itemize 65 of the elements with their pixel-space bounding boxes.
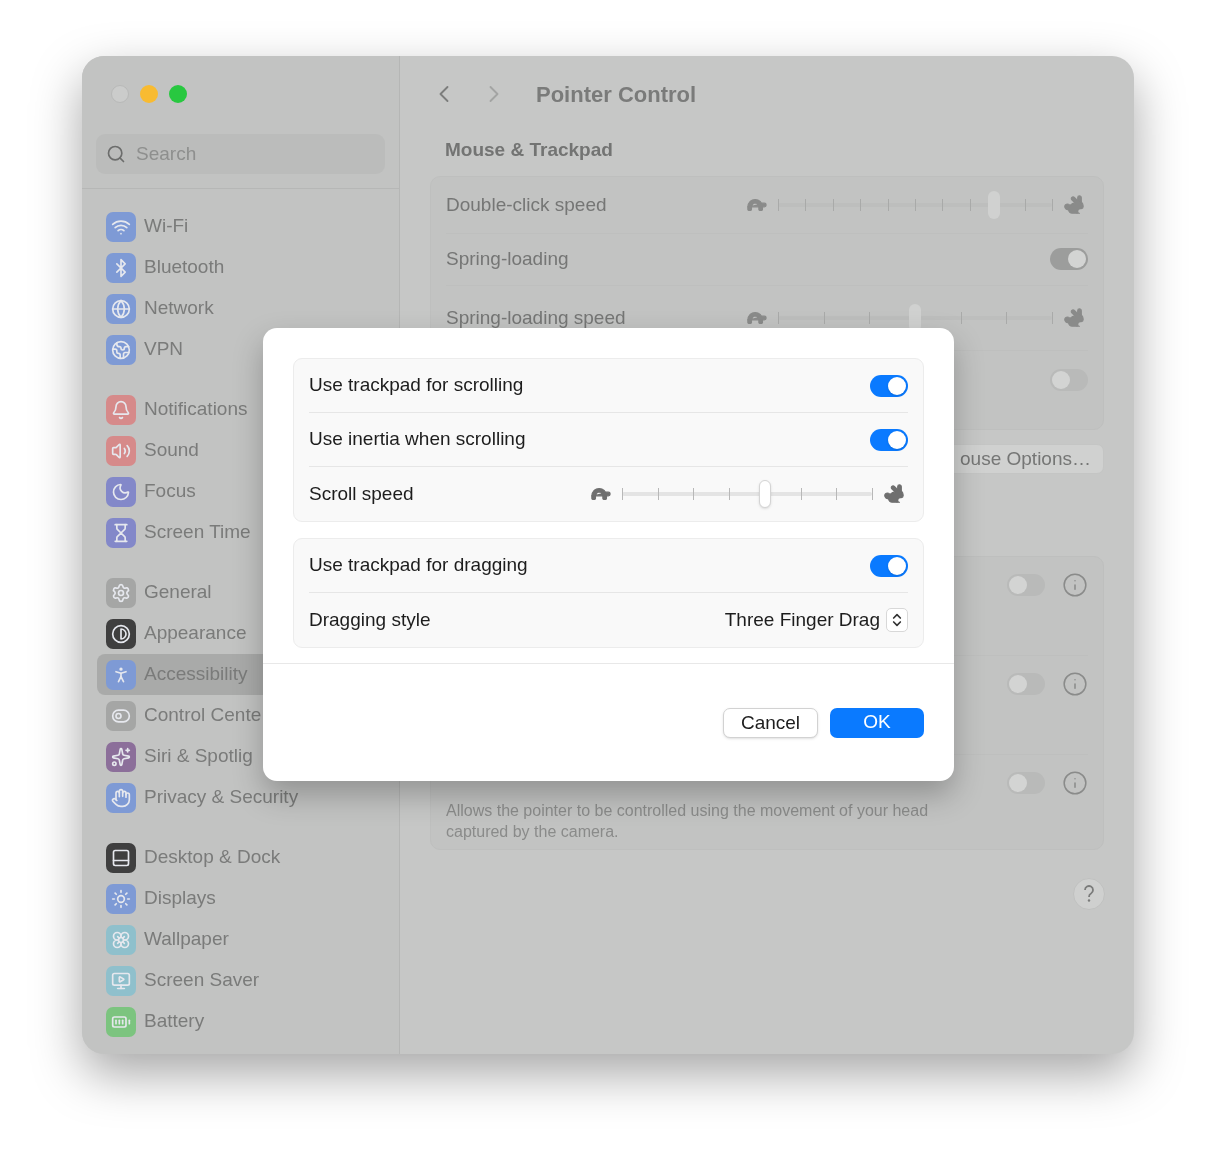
wifi-icon: [106, 211, 136, 242]
monitor-icon: [106, 965, 136, 996]
setting-label: Use trackpad for scrolling: [309, 373, 524, 398]
sidebar-item[interactable]: Control Cente: [97, 695, 384, 736]
hand-icon: [106, 782, 136, 813]
setting-label: Double-click speed: [446, 195, 607, 214]
sun-icon: [106, 883, 136, 914]
sidebar-item[interactable]: Network: [97, 288, 384, 329]
sidebar-item[interactable]: Battery: [97, 1001, 384, 1042]
sparkle-icon: [106, 741, 136, 772]
bluetooth-icon: [106, 252, 136, 283]
flower-icon: [106, 924, 136, 955]
sidebar-item[interactable]: Displays: [97, 878, 384, 919]
info-icon[interactable]: [1062, 769, 1088, 796]
sidebar-item[interactable]: Wi-Fi: [97, 206, 384, 247]
sidebar-item[interactable]: VPN: [97, 329, 384, 370]
moon-icon: [106, 476, 136, 507]
slider-track[interactable]: [778, 190, 1052, 219]
setting-label: Spring-loading speed: [446, 308, 626, 327]
switches-icon: [106, 700, 136, 731]
up-down-chevron-icon: [886, 608, 908, 632]
setting-label: Dragging style: [309, 607, 431, 632]
setting-label: Spring-loading: [446, 250, 569, 268]
dock-icon: [106, 842, 136, 873]
toggle-switch[interactable]: [1007, 573, 1045, 596]
sidebar-item[interactable]: Privacy & Security: [97, 777, 384, 818]
info-icon[interactable]: [1062, 571, 1088, 598]
contrast-icon: [106, 618, 136, 649]
setting-label: Use inertia when scrolling: [309, 427, 526, 452]
setting-label: Scroll speed: [309, 481, 414, 506]
slider-track[interactable]: [622, 480, 872, 508]
globe-icon: [106, 334, 136, 365]
toggle-switch[interactable]: [870, 554, 908, 577]
zoom-window-button[interactable]: [169, 85, 187, 103]
search-icon: [106, 144, 126, 164]
slider-thumb[interactable]: [758, 480, 771, 508]
setting-label: Use trackpad for dragging: [309, 553, 528, 578]
cancel-button[interactable]: Cancel: [723, 707, 818, 738]
sidebar-item[interactable]: Screen Saver: [97, 960, 384, 1001]
toggle-switch[interactable]: [1050, 248, 1088, 270]
accessibility-icon: [106, 659, 136, 690]
sidebar-item[interactable]: Bluetooth: [97, 247, 384, 288]
toggle-switch[interactable]: [870, 374, 908, 397]
gear-icon: [106, 577, 136, 608]
ok-button[interactable]: OK: [830, 707, 924, 738]
globe-icon: [106, 293, 136, 324]
bell-icon: [106, 394, 136, 425]
minimize-window-button[interactable]: [140, 85, 158, 103]
page-title: Pointer Control: [536, 80, 697, 109]
sidebar-item[interactable]: Desktop & Dock: [97, 837, 384, 878]
sidebar-item[interactable]: Siri & Spotlig: [97, 736, 384, 777]
info-icon[interactable]: [1062, 670, 1088, 697]
question-mark-icon: [1083, 884, 1095, 903]
toggle-switch[interactable]: [1007, 771, 1045, 794]
toggle-switch[interactable]: [870, 428, 908, 451]
hourglass-icon: [106, 517, 136, 548]
popup-button[interactable]: Three Finger Drag: [724, 605, 908, 635]
toggle-switch[interactable]: [1050, 368, 1088, 391]
sidebar-item[interactable]: Wallpaper: [97, 919, 384, 960]
section-heading: Mouse & Trackpad: [445, 138, 614, 162]
help-button[interactable]: [1073, 877, 1105, 910]
sidebar-item[interactable]: Screen Time: [97, 512, 384, 553]
speaker-icon: [106, 435, 136, 466]
toggle-switch[interactable]: [1007, 672, 1045, 695]
battery-icon: [106, 1006, 136, 1037]
